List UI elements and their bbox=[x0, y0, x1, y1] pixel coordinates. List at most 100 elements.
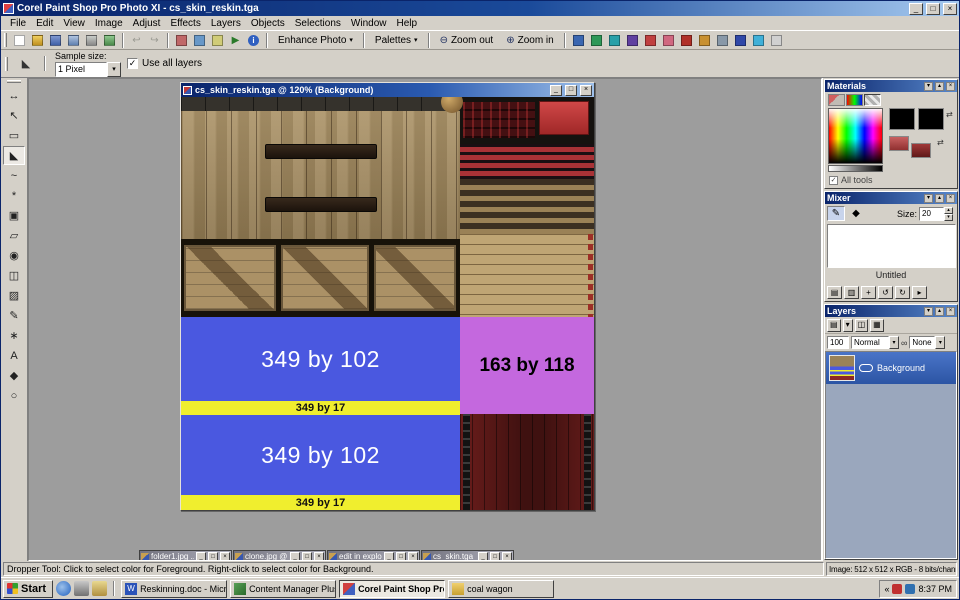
palette-menu-icon[interactable]: ▾ bbox=[924, 307, 933, 316]
pick-tool[interactable]: ↖ bbox=[3, 106, 25, 125]
region-purple[interactable]: 163 by 118 bbox=[460, 317, 594, 414]
new-layer-icon[interactable]: ▤ bbox=[827, 319, 841, 332]
learning-center-icon[interactable] bbox=[642, 32, 659, 48]
menu-selections[interactable]: Selections bbox=[290, 17, 346, 30]
mixer-toggle-icon[interactable] bbox=[750, 32, 767, 48]
dropper-tool[interactable]: ◣ bbox=[3, 146, 25, 165]
airbrush-tool[interactable]: ∗ bbox=[3, 326, 25, 345]
open-file-icon[interactable] bbox=[29, 32, 46, 48]
minimized-minimize-button[interactable]: _ bbox=[478, 552, 488, 561]
region-blue-bottom[interactable]: 349 by 102 bbox=[181, 415, 460, 495]
menu-adjust[interactable]: Adjust bbox=[128, 17, 166, 30]
browse-icon[interactable] bbox=[65, 32, 82, 48]
link-set-dropdown-icon[interactable]: ▾ bbox=[935, 336, 945, 349]
overview-toggle-icon[interactable] bbox=[606, 32, 623, 48]
crop-tool[interactable]: ▣ bbox=[3, 206, 25, 225]
capture-icon[interactable] bbox=[101, 32, 118, 48]
layer-visibility-icon[interactable] bbox=[859, 364, 873, 372]
brush-variance-icon[interactable] bbox=[732, 32, 749, 48]
texture-crate[interactable] bbox=[374, 245, 456, 311]
minimized-close-button[interactable]: × bbox=[502, 552, 512, 561]
preset-shape-tool[interactable]: ◆ bbox=[3, 366, 25, 385]
toolbar-grip[interactable] bbox=[4, 33, 7, 47]
texture-red-wagon-side[interactable] bbox=[460, 414, 594, 510]
script-edit-icon[interactable] bbox=[191, 32, 208, 48]
save-file-icon[interactable] bbox=[47, 32, 64, 48]
enhance-photo-button[interactable]: Enhance Photo ▾ bbox=[272, 32, 359, 49]
texture-dark-panel[interactable] bbox=[460, 97, 594, 144]
foreground-color-swatch[interactable] bbox=[889, 108, 915, 130]
script-select-icon[interactable] bbox=[173, 32, 190, 48]
tray-volume-icon[interactable] bbox=[905, 584, 915, 594]
zoom-out-button[interactable]: ⊖ Zoom out bbox=[434, 32, 500, 49]
layer-thumbnail[interactable] bbox=[829, 355, 855, 381]
texture-crate-row[interactable] bbox=[181, 239, 460, 317]
document-image[interactable]: 349 by 102 163 by 118 349 by 17 349 by 1… bbox=[181, 97, 594, 510]
clone-tool[interactable]: ◫ bbox=[3, 266, 25, 285]
texture-red-block[interactable] bbox=[539, 101, 589, 135]
minimized-restore-button[interactable]: □ bbox=[396, 552, 406, 561]
use-all-layers-checkbox[interactable]: ✓ bbox=[127, 58, 138, 69]
organizer-icon[interactable] bbox=[660, 32, 677, 48]
task-button-coal-wagon[interactable]: coal wagon bbox=[448, 580, 554, 598]
script-record-icon[interactable] bbox=[209, 32, 226, 48]
palette-rollup-icon[interactable]: ▴ bbox=[935, 194, 944, 203]
minimized-window-edit[interactable]: edit in explo... _ □ × bbox=[327, 550, 420, 561]
layers-toggle-icon[interactable] bbox=[588, 32, 605, 48]
all-tools-group[interactable]: ✓ All tools bbox=[829, 175, 873, 185]
layer-row-background[interactable]: Background bbox=[826, 352, 956, 384]
region-blue-top[interactable]: 349 by 102 bbox=[181, 317, 460, 401]
menu-file[interactable]: File bbox=[5, 17, 31, 30]
minimized-minimize-button[interactable]: _ bbox=[196, 552, 206, 561]
texture-metal-bracket[interactable] bbox=[265, 144, 377, 159]
link-set-combobox[interactable]: None ▾ bbox=[909, 336, 945, 349]
minimized-restore-button[interactable]: □ bbox=[302, 552, 312, 561]
blend-mode-combobox[interactable]: Normal ▾ bbox=[851, 336, 899, 349]
minimized-minimize-button[interactable]: _ bbox=[384, 552, 394, 561]
region-yellow-bottom[interactable]: 349 by 17 bbox=[181, 495, 460, 510]
histogram-toggle-icon[interactable] bbox=[624, 32, 641, 48]
mixer-brush-icon[interactable]: ✎ bbox=[827, 206, 845, 221]
materials-palette-header[interactable]: Materials ▾ ▴ × bbox=[825, 80, 957, 92]
menu-edit[interactable]: Edit bbox=[31, 17, 58, 30]
size-up-icon[interactable]: ▴ bbox=[944, 207, 953, 214]
menu-help[interactable]: Help bbox=[391, 17, 422, 30]
minimized-close-button[interactable]: × bbox=[408, 552, 418, 561]
selection-tool[interactable]: ▭ bbox=[3, 126, 25, 145]
document-close-button[interactable]: × bbox=[580, 85, 592, 96]
mixer-canvas[interactable] bbox=[827, 224, 956, 268]
tab-swatches[interactable] bbox=[864, 94, 881, 106]
maximize-button[interactable]: □ bbox=[926, 3, 940, 15]
mail-icon[interactable] bbox=[92, 581, 107, 596]
size-down-icon[interactable]: ▾ bbox=[944, 214, 953, 221]
mixer-undo-icon[interactable]: ↺ bbox=[878, 286, 893, 299]
background-color-swatch[interactable] bbox=[918, 108, 944, 130]
menu-effects[interactable]: Effects bbox=[165, 17, 205, 30]
duplicate-layer-icon[interactable]: ◫ bbox=[855, 319, 869, 332]
minimized-close-button[interactable]: × bbox=[220, 552, 230, 561]
palette-rollup-icon[interactable]: ▴ bbox=[935, 82, 944, 91]
pen-tool[interactable]: ○ bbox=[3, 386, 25, 405]
mixer-open-icon[interactable]: ▥ bbox=[844, 286, 859, 299]
swap-colors-icon[interactable]: ⇄ bbox=[946, 110, 953, 119]
color-picker-rainbow[interactable] bbox=[828, 108, 883, 164]
menu-window[interactable]: Window bbox=[346, 17, 392, 30]
start-button[interactable]: Start bbox=[3, 580, 53, 598]
sample-size-combobox[interactable]: 1 Pixel ▾ bbox=[55, 62, 121, 77]
texture-crate[interactable] bbox=[281, 245, 369, 311]
task-button-reskinning-doc[interactable]: W Reskinning.doc - Microso... bbox=[121, 580, 227, 598]
palette-menu-icon[interactable]: ▾ bbox=[924, 82, 933, 91]
freehand-selection-tool[interactable]: ~ bbox=[3, 166, 25, 185]
mixer-new-page-icon[interactable]: ▤ bbox=[827, 286, 842, 299]
new-layer-dropdown-icon[interactable]: ▾ bbox=[843, 319, 853, 332]
background-material-swatch[interactable] bbox=[911, 143, 931, 158]
menu-image[interactable]: Image bbox=[90, 17, 128, 30]
minimized-window-clone[interactable]: clone.jpg @ ... _ □ × bbox=[233, 550, 326, 561]
eraser-tool[interactable]: ▨ bbox=[3, 286, 25, 305]
mixer-redo-icon[interactable]: ↻ bbox=[895, 286, 910, 299]
all-tools-checkbox[interactable]: ✓ bbox=[829, 176, 838, 185]
photo-tray-icon[interactable] bbox=[678, 32, 695, 48]
layer-link-icon[interactable]: ∞ bbox=[901, 338, 907, 348]
document-titlebar[interactable]: cs_skin_reskin.tga @ 120% (Background) _… bbox=[181, 83, 594, 97]
palette-close-icon[interactable]: × bbox=[946, 194, 955, 203]
